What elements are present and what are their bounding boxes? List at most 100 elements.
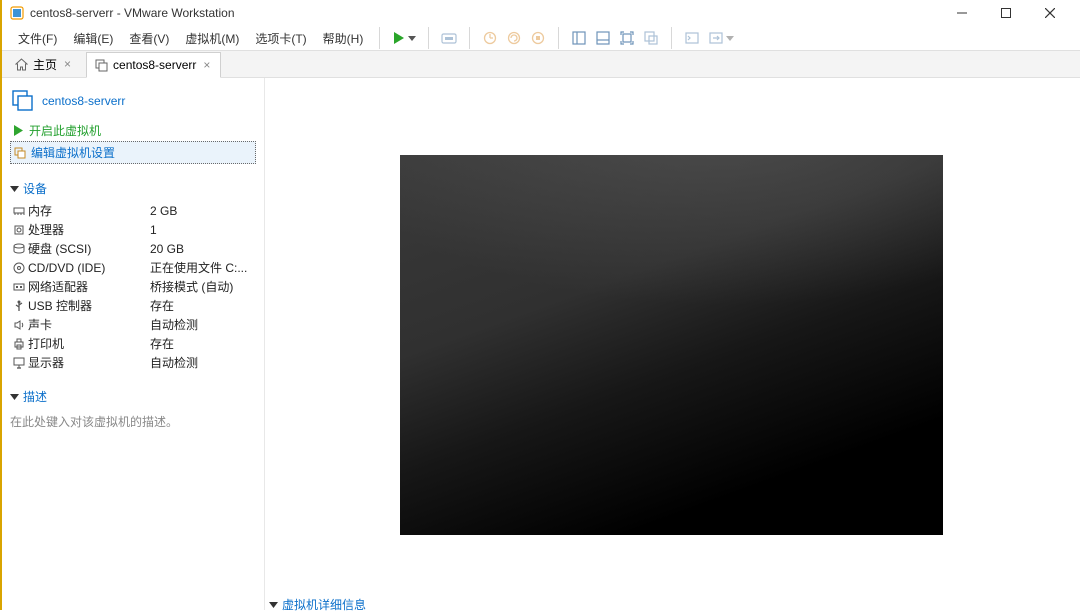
devices-title: 设备 [23,180,47,197]
app-icon [10,6,24,20]
close-button[interactable] [1028,0,1072,26]
title-bar: centos8-serverr - VMware Workstation [2,0,1080,26]
description-placeholder[interactable]: 在此处键入对该虚拟机的描述。 [10,409,256,430]
disk-icon [10,242,28,256]
maximize-button[interactable] [984,0,1028,26]
play-icon [392,31,406,45]
printer-icon [10,337,28,351]
device-row-display[interactable]: 显示器自动检测 [10,353,256,372]
power-on-label: 开启此虚拟机 [29,122,101,139]
device-label: USB 控制器 [28,297,150,314]
vm-detail-footer[interactable]: 虚拟机详细信息 [269,596,366,613]
device-label: CD/DVD (IDE) [28,261,150,275]
device-label: 硬盘 (SCSI) [28,240,150,257]
device-row-disk[interactable]: 硬盘 (SCSI)20 GB [10,239,256,258]
fullscreen-button[interactable] [615,26,639,50]
send-ctrl-alt-del-button[interactable] [437,26,461,50]
device-value: 2 GB [150,204,177,218]
close-icon[interactable]: × [62,57,73,71]
vm-name: centos8-serverr [42,94,125,108]
play-icon [13,125,24,136]
vm-icon [12,90,34,112]
net-icon [10,280,28,294]
edit-settings-label: 编辑虚拟机设置 [31,144,115,161]
cd-icon [10,261,28,275]
library-show-button[interactable] [567,26,591,50]
device-row-memory[interactable]: 内存2 GB [10,201,256,220]
chevron-down-icon [269,600,278,609]
menu-vm[interactable]: 虚拟机(M) [177,27,247,50]
device-value: 1 [150,223,157,237]
tab-home-label: 主页 [33,56,57,73]
menu-view[interactable]: 查看(V) [121,27,177,50]
toolbar-separator [428,27,429,49]
device-row-net[interactable]: 网络适配器桥接模式 (自动) [10,277,256,296]
vm-summary-panel: centos8-serverr 开启此虚拟机 编辑虚拟机设置 设备 内存2 GB… [2,78,264,610]
toolbar-separator [558,27,559,49]
settings-icon [14,147,26,159]
device-row-cpu[interactable]: 处理器1 [10,220,256,239]
devices-section: 设备 内存2 GB处理器1硬盘 (SCSI)20 GBCD/DVD (IDE)正… [10,180,256,372]
menu-edit[interactable]: 编辑(E) [65,27,121,50]
vm-content-area: 虚拟机详细信息 [264,78,1080,610]
description-section: 描述 在此处键入对该虚拟机的描述。 [10,388,256,430]
description-header[interactable]: 描述 [10,388,256,405]
vm-detail-label: 虚拟机详细信息 [282,596,366,613]
device-label: 声卡 [28,316,150,333]
device-row-sound[interactable]: 声卡自动检测 [10,315,256,334]
device-value: 自动检测 [150,316,198,333]
device-value: 正在使用文件 C:... [150,259,247,276]
tab-vm[interactable]: centos8-serverr × [86,52,221,78]
vm-screen-preview[interactable] [400,155,943,535]
power-on-link[interactable]: 开启此虚拟机 [10,120,256,141]
chevron-down-icon [726,34,734,42]
device-value: 20 GB [150,242,184,256]
unity-button[interactable] [639,26,663,50]
device-row-cd[interactable]: CD/DVD (IDE)正在使用文件 C:... [10,258,256,277]
usb-icon [10,299,28,313]
toolbar-separator [671,27,672,49]
toolbar-separator [379,27,380,49]
home-icon [15,58,28,71]
revert-snapshot-button[interactable] [502,26,526,50]
console-view-button[interactable] [680,26,704,50]
device-label: 显示器 [28,354,150,371]
device-value: 存在 [150,335,174,352]
description-title: 描述 [23,388,47,405]
devices-list: 内存2 GB处理器1硬盘 (SCSI)20 GBCD/DVD (IDE)正在使用… [10,201,256,372]
toolbar-separator [469,27,470,49]
close-icon[interactable]: × [201,58,212,72]
sound-icon [10,318,28,332]
chevron-down-icon [10,184,19,193]
device-value: 自动检测 [150,354,198,371]
window-title: centos8-serverr - VMware Workstation [30,6,235,20]
menu-help[interactable]: 帮助(H) [315,27,372,50]
device-label: 打印机 [28,335,150,352]
snapshot-manager-button[interactable] [526,26,550,50]
cpu-icon [10,223,28,237]
device-label: 处理器 [28,221,150,238]
chevron-down-icon [408,34,416,42]
power-button[interactable] [388,29,420,47]
device-label: 内存 [28,202,150,219]
minimize-button[interactable] [940,0,984,26]
snapshot-button[interactable] [478,26,502,50]
edit-settings-link[interactable]: 编辑虚拟机设置 [10,141,256,164]
device-value: 存在 [150,297,174,314]
device-label: 网络适配器 [28,278,150,295]
tab-vm-label: centos8-serverr [113,58,196,72]
menu-file[interactable]: 文件(F) [10,27,65,50]
devices-header[interactable]: 设备 [10,180,256,197]
vm-title: centos8-serverr [10,84,256,120]
display-icon [10,356,28,370]
device-row-usb[interactable]: USB 控制器存在 [10,296,256,315]
vm-icon [95,59,108,72]
menu-tabs[interactable]: 选项卡(T) [247,27,314,50]
memory-icon [10,204,28,218]
device-row-printer[interactable]: 打印机存在 [10,334,256,353]
tab-home[interactable]: 主页 × [6,51,82,77]
stretch-guest-button[interactable] [704,26,728,50]
thumbnail-bar-button[interactable] [591,26,615,50]
device-value: 桥接模式 (自动) [150,278,233,295]
main-area: centos8-serverr 开启此虚拟机 编辑虚拟机设置 设备 内存2 GB… [2,78,1080,610]
